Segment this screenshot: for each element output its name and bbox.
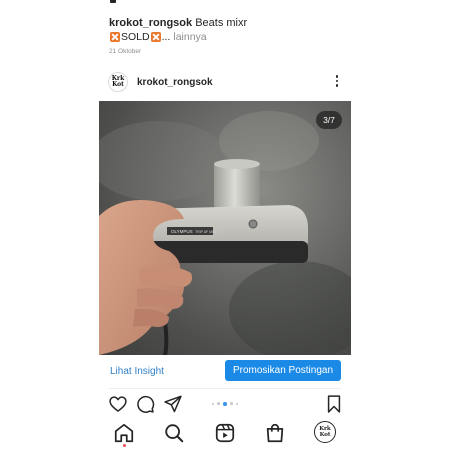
search-icon[interactable] [163,422,185,444]
more-link[interactable]: lainnya [173,31,206,43]
cross-mark-icon [150,32,161,42]
view-insights-link[interactable]: Lihat Insight [110,366,164,377]
notification-dot [123,444,126,447]
home-icon[interactable] [113,422,135,444]
reels-icon[interactable] [214,422,236,444]
carousel-dot [217,402,220,406]
bottom-navigation: Krk Kot [99,420,351,447]
shop-icon[interactable] [264,422,286,444]
camera-brand-text: OLYMPUS [171,229,193,234]
carousel-dot [229,402,233,406]
caption-ellipsis: ... [161,31,171,43]
post-username[interactable]: krokot_rongsok [137,77,213,88]
carousel-indicator [212,402,238,406]
insights-row: Lihat Insight Promosikan Postingan [99,360,351,382]
previous-icon-fragment [110,0,116,3]
share-icon[interactable] [163,394,183,414]
post-header: Krk Kot krokot_rongsok [106,72,346,94]
carousel-dot [235,402,238,405]
camera-model-text: TRIP AF MINI [195,230,217,234]
more-options-icon[interactable] [335,75,339,89]
camera-in-hand-image: OLYMPUS TRIP AF MINI [99,111,351,355]
photo-counter-badge: 3/7 [316,111,342,129]
cross-mark-icon [110,32,120,42]
heart-icon[interactable] [108,394,128,414]
caption-username[interactable]: krokot_rongsok [109,17,192,29]
post-photo[interactable]: OLYMPUS TRIP AF MINI [99,101,351,355]
profile-avatar-line2: Kot [319,432,331,438]
carousel-dot-active [223,402,227,406]
divider [109,388,341,389]
carousel-dot [212,402,214,405]
avatar-text-line2: Kot [112,81,124,88]
profile-avatar[interactable]: Krk Kot [314,421,336,443]
comment-icon[interactable] [135,394,155,414]
previous-post-edge [110,0,350,4]
post-date: 21 Oktober [109,48,142,55]
avatar[interactable]: Krk Kot [108,72,128,92]
caption-line: krokot_rongsok Beats mixr [109,17,247,29]
caption-second-line: SOLD ... lainnya [109,31,207,43]
post-actions [99,392,351,416]
bookmark-icon[interactable] [324,394,344,414]
sold-label: SOLD [121,31,150,43]
promote-post-button[interactable]: Promosikan Postingan [225,360,341,381]
caption-text: Beats mixr [195,17,248,29]
